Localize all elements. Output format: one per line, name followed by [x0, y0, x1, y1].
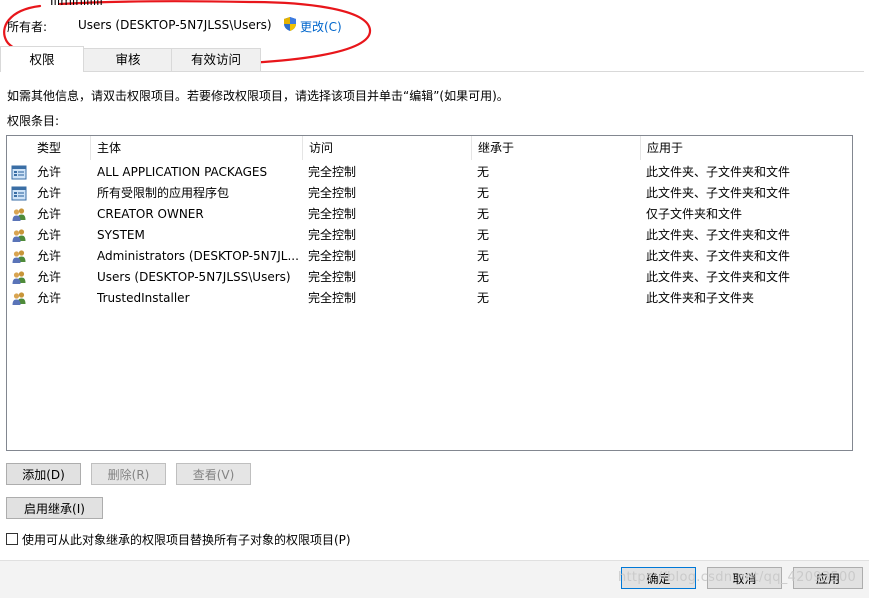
cell-principal: ALL APPLICATION PACKAGES [97, 165, 268, 179]
tab-permissions[interactable]: 权限 [0, 46, 84, 72]
cell-type: 允许 [37, 228, 62, 242]
cell-inherited-from: 无 [477, 228, 490, 242]
cell-access: 完全控制 [308, 228, 357, 242]
cell-principal: Administrators (DESKTOP-5N7JL... [97, 249, 299, 263]
table-row[interactable]: 允许 Administrators (DESKTOP-5N7JL... 完全控制 无 此… [7, 246, 852, 267]
table-row[interactable]: 允许 Users (DESKTOP-5N7JLSS\Users) 完全控制 无 此文件夹… [7, 267, 852, 288]
cell-type: 允许 [37, 291, 62, 305]
cell-applies-to: 仅子文件夹和文件 [646, 207, 743, 221]
cell-applies-to: 此文件夹、子文件夹和文件 [646, 228, 791, 242]
enable-inheritance-button[interactable]: 启用继承(I) [6, 497, 103, 519]
users-icon [11, 228, 27, 243]
table-row[interactable]: 允许 ALL APPLICATION PACKAGES 完全控制 无 此文件夹、子文件夹… [7, 162, 852, 183]
add-button[interactable]: 添加(D) [6, 463, 81, 485]
cell-principal: Users (DESKTOP-5N7JLSS\Users) [97, 270, 291, 284]
cell-inherited-from: 无 [477, 207, 490, 221]
cell-principal: TrustedInstaller [97, 291, 190, 305]
cell-principal: 所有受限制的应用程序包 [97, 186, 230, 200]
column-header-inherited-from[interactable]: 继承于 [472, 136, 641, 160]
owner-value: Users (DESKTOP-5N7JLSS\Users) [78, 18, 272, 32]
cell-principal: SYSTEM [97, 228, 145, 242]
column-header-type[interactable]: 类型 [31, 136, 91, 160]
users-icon [11, 207, 27, 222]
column-header-applies-to[interactable]: 应用于 [641, 136, 853, 160]
cell-access: 完全控制 [308, 291, 357, 305]
view-button[interactable]: 查看(V) [176, 463, 251, 485]
cell-principal: CREATOR OWNER [97, 207, 204, 221]
cell-type: 允许 [37, 186, 62, 200]
users-icon [11, 291, 27, 306]
users-icon [11, 249, 27, 264]
cell-inherited-from: 无 [477, 186, 490, 200]
cell-type: 允许 [37, 165, 62, 179]
watermark: https://blog.csdn.net/qq_42093500 [618, 570, 857, 585]
cell-applies-to: 此文件夹、子文件夹和文件 [646, 249, 791, 263]
package-icon [11, 186, 27, 201]
package-icon [11, 165, 27, 180]
cell-applies-to: 此文件夹、子文件夹和文件 [646, 165, 791, 179]
table-row[interactable]: 允许 CREATOR OWNER 完全控制 无 仅子文件夹和文件 [7, 204, 852, 225]
column-header-access[interactable]: 访问 [303, 136, 472, 160]
change-owner-link[interactable]: 更改(C) [300, 18, 342, 35]
cell-inherited-from: 无 [477, 249, 490, 263]
cell-access: 完全控制 [308, 165, 357, 179]
cell-type: 允许 [37, 207, 62, 221]
uac-shield-icon [284, 17, 296, 31]
users-icon [11, 270, 27, 285]
cell-type: 允许 [37, 249, 62, 263]
permission-entries-label: 权限条目: [7, 114, 60, 128]
remove-button[interactable]: 删除(R) [91, 463, 166, 485]
cell-access: 完全控制 [308, 249, 357, 263]
cell-applies-to: 此文件夹和子文件夹 [646, 291, 755, 305]
instruction-text: 如需其他信息，请双击权限项目。若要修改权限项目，请选择该项目并单击“编辑”(如果… [7, 89, 509, 103]
permission-entries-list[interactable]: 类型 主体 访问 继承于 应用于 允许 ALL APPLICATION PACKA… [6, 135, 853, 451]
replace-child-permissions-label[interactable]: 使用可从此对象继承的权限项目替换所有子对象的权限项目(P) [22, 531, 351, 548]
column-header-principal[interactable]: 主体 [91, 136, 303, 160]
tab-strip-border [0, 71, 864, 72]
table-row[interactable]: 允许 SYSTEM 完全控制 无 此文件夹、子文件夹和文件 [7, 225, 852, 246]
clipped-text-remnant: Iliminiillii [0, 0, 280, 6]
cell-type: 允许 [37, 270, 62, 284]
replace-child-permissions-checkbox[interactable] [6, 533, 18, 545]
cell-access: 完全控制 [308, 207, 357, 221]
tab-effective-access[interactable]: 有效访问 [171, 48, 261, 71]
table-row[interactable]: 允许 TrustedInstaller 完全控制 无 此文件夹和子文件夹 [7, 288, 852, 309]
cell-inherited-from: 无 [477, 270, 490, 284]
cell-access: 完全控制 [308, 186, 357, 200]
cell-applies-to: 此文件夹、子文件夹和文件 [646, 186, 791, 200]
tab-auditing[interactable]: 审核 [83, 48, 173, 71]
cell-applies-to: 此文件夹、子文件夹和文件 [646, 270, 791, 284]
owner-label: 所有者: [7, 20, 48, 34]
cell-access: 完全控制 [308, 270, 357, 284]
table-row[interactable]: 允许 所有受限制的应用程序包 完全控制 无 此文件夹、子文件夹和文件 [7, 183, 852, 204]
cell-inherited-from: 无 [477, 291, 490, 305]
cell-inherited-from: 无 [477, 165, 490, 179]
list-header: 类型 主体 访问 继承于 应用于 [7, 136, 854, 160]
